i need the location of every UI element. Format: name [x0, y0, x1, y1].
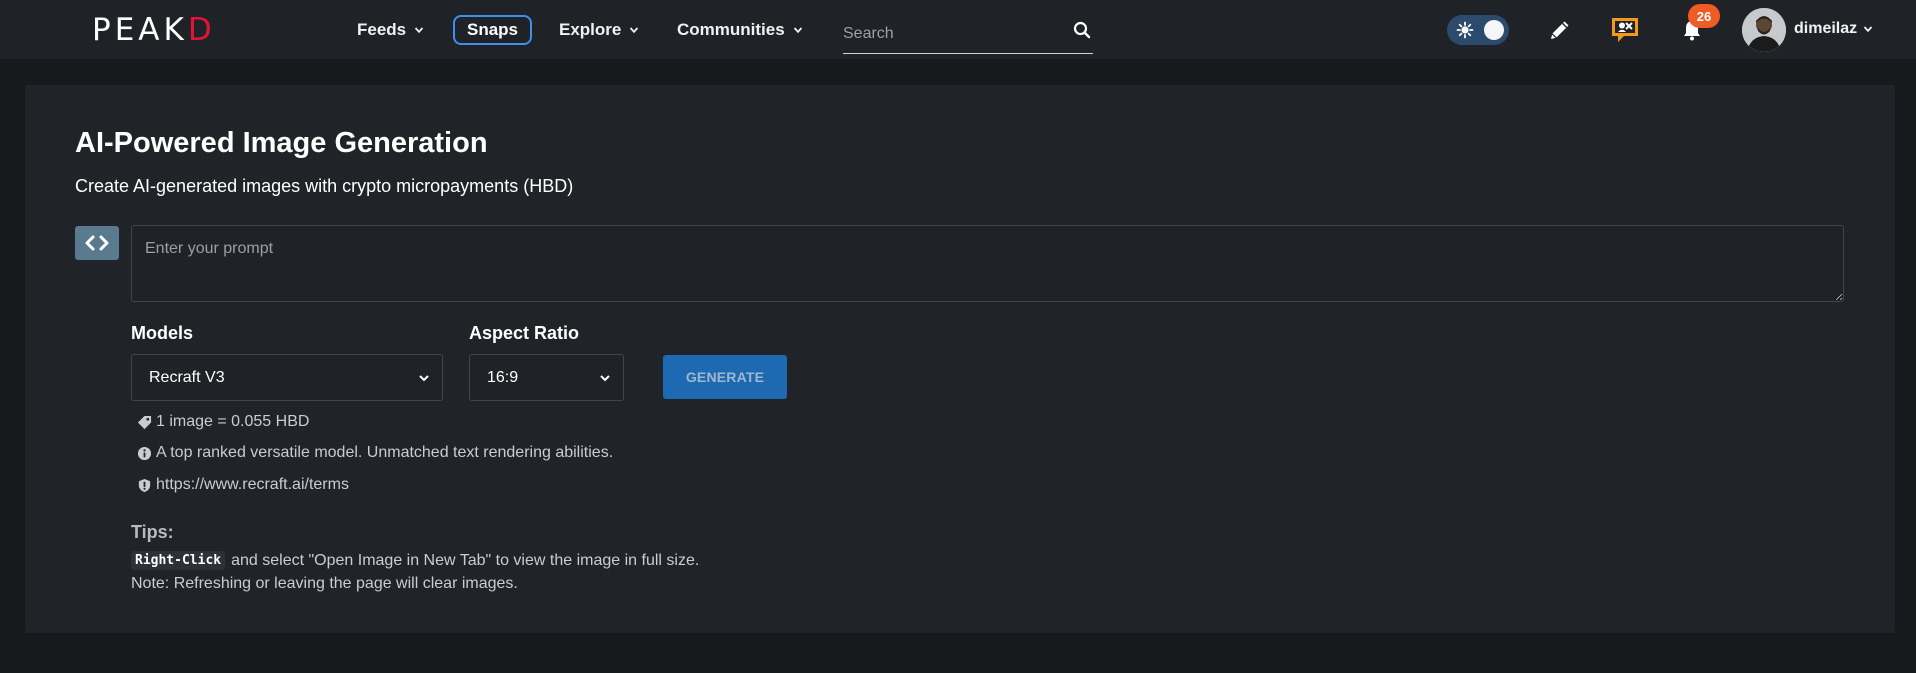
code-icon [85, 235, 109, 251]
nav-communities-label: Communities [677, 20, 785, 39]
tip-text: and select "Open Image in New Tab" to vi… [231, 551, 700, 569]
toggle-knob [1484, 20, 1504, 40]
model-description: A top ranked versatile model. Unmatched … [137, 443, 613, 463]
username: dimeilaz [1794, 20, 1858, 37]
search-icon[interactable] [1073, 21, 1091, 39]
price-text: 1 image = 0.055 HBD [156, 413, 310, 430]
theme-toggle[interactable] [1447, 15, 1509, 45]
tips-heading: Tips: [131, 522, 174, 542]
info-icon [137, 446, 152, 460]
terms-info: https://www.recraft.ai/terms [137, 475, 349, 495]
chevron-down-icon [630, 27, 639, 34]
chevron-down-icon [414, 27, 424, 34]
aspect-ratio-select-value: 16:9 [487, 368, 519, 386]
generate-button[interactable]: GENERATE [663, 355, 787, 399]
pencil-icon[interactable] [1548, 18, 1572, 42]
prompt-input[interactable] [131, 225, 1844, 302]
nav-feeds-label: Feeds [357, 20, 407, 39]
nav-explore[interactable]: Explore [559, 18, 639, 42]
nav-snaps-label: Snaps [466, 20, 519, 39]
logo-text: PEAKD [92, 12, 216, 48]
top-navbar: PEAKD Feeds Snaps Explore Communities Se… [0, 0, 1916, 60]
page-title: AI-Powered Image Generation [75, 127, 488, 159]
models-label: Models [131, 323, 194, 343]
chevron-down-icon [1863, 26, 1873, 33]
chevron-down-icon [793, 27, 802, 34]
keyboard-key: Right-Click [131, 551, 226, 570]
terms-link[interactable]: https://www.recraft.ai/terms [156, 476, 349, 494]
note-text: Note: Refreshing or leaving the page wil… [131, 575, 518, 592]
image-generation-card: AI-Powered Image Generation Create AI-ge… [25, 85, 1895, 633]
nav-explore-label: Explore [559, 20, 622, 39]
shield-alert-icon [138, 478, 151, 492]
user-avatar-icon [1742, 8, 1786, 52]
page-subtitle: Create AI-generated images with crypto m… [75, 176, 574, 196]
model-select[interactable]: Recraft V3 [131, 354, 443, 401]
search-input[interactable] [843, 16, 1063, 52]
model-select-value: Recraft V3 [149, 368, 225, 386]
sun-icon [1456, 21, 1474, 39]
avatar[interactable] [1742, 8, 1786, 52]
tip-line: Right-Click and select "Open Image in Ne… [131, 551, 699, 570]
user-menu[interactable]: dimeilaz [1794, 18, 1873, 40]
chevron-down-icon [419, 374, 429, 381]
aspect-ratio-select[interactable]: 16:9 [469, 354, 624, 401]
aspect-ratio-label: Aspect Ratio [469, 323, 580, 343]
notification-badge: 26 [1688, 4, 1720, 28]
nav-feeds[interactable]: Feeds [357, 18, 424, 42]
chevron-down-icon [600, 374, 610, 381]
nav-snaps-button[interactable]: Snaps [453, 15, 532, 45]
chat-icon[interactable] [1609, 13, 1641, 45]
tag-icon [137, 415, 152, 429]
model-description-text: A top ranked versatile model. Unmatched … [156, 444, 614, 461]
nav-communities[interactable]: Communities [677, 18, 803, 42]
search-bar [843, 16, 1093, 54]
price-info: 1 image = 0.055 HBD [137, 412, 309, 432]
code-toggle-button[interactable] [75, 226, 119, 260]
peakd-logo[interactable]: PEAKD [92, 12, 216, 48]
